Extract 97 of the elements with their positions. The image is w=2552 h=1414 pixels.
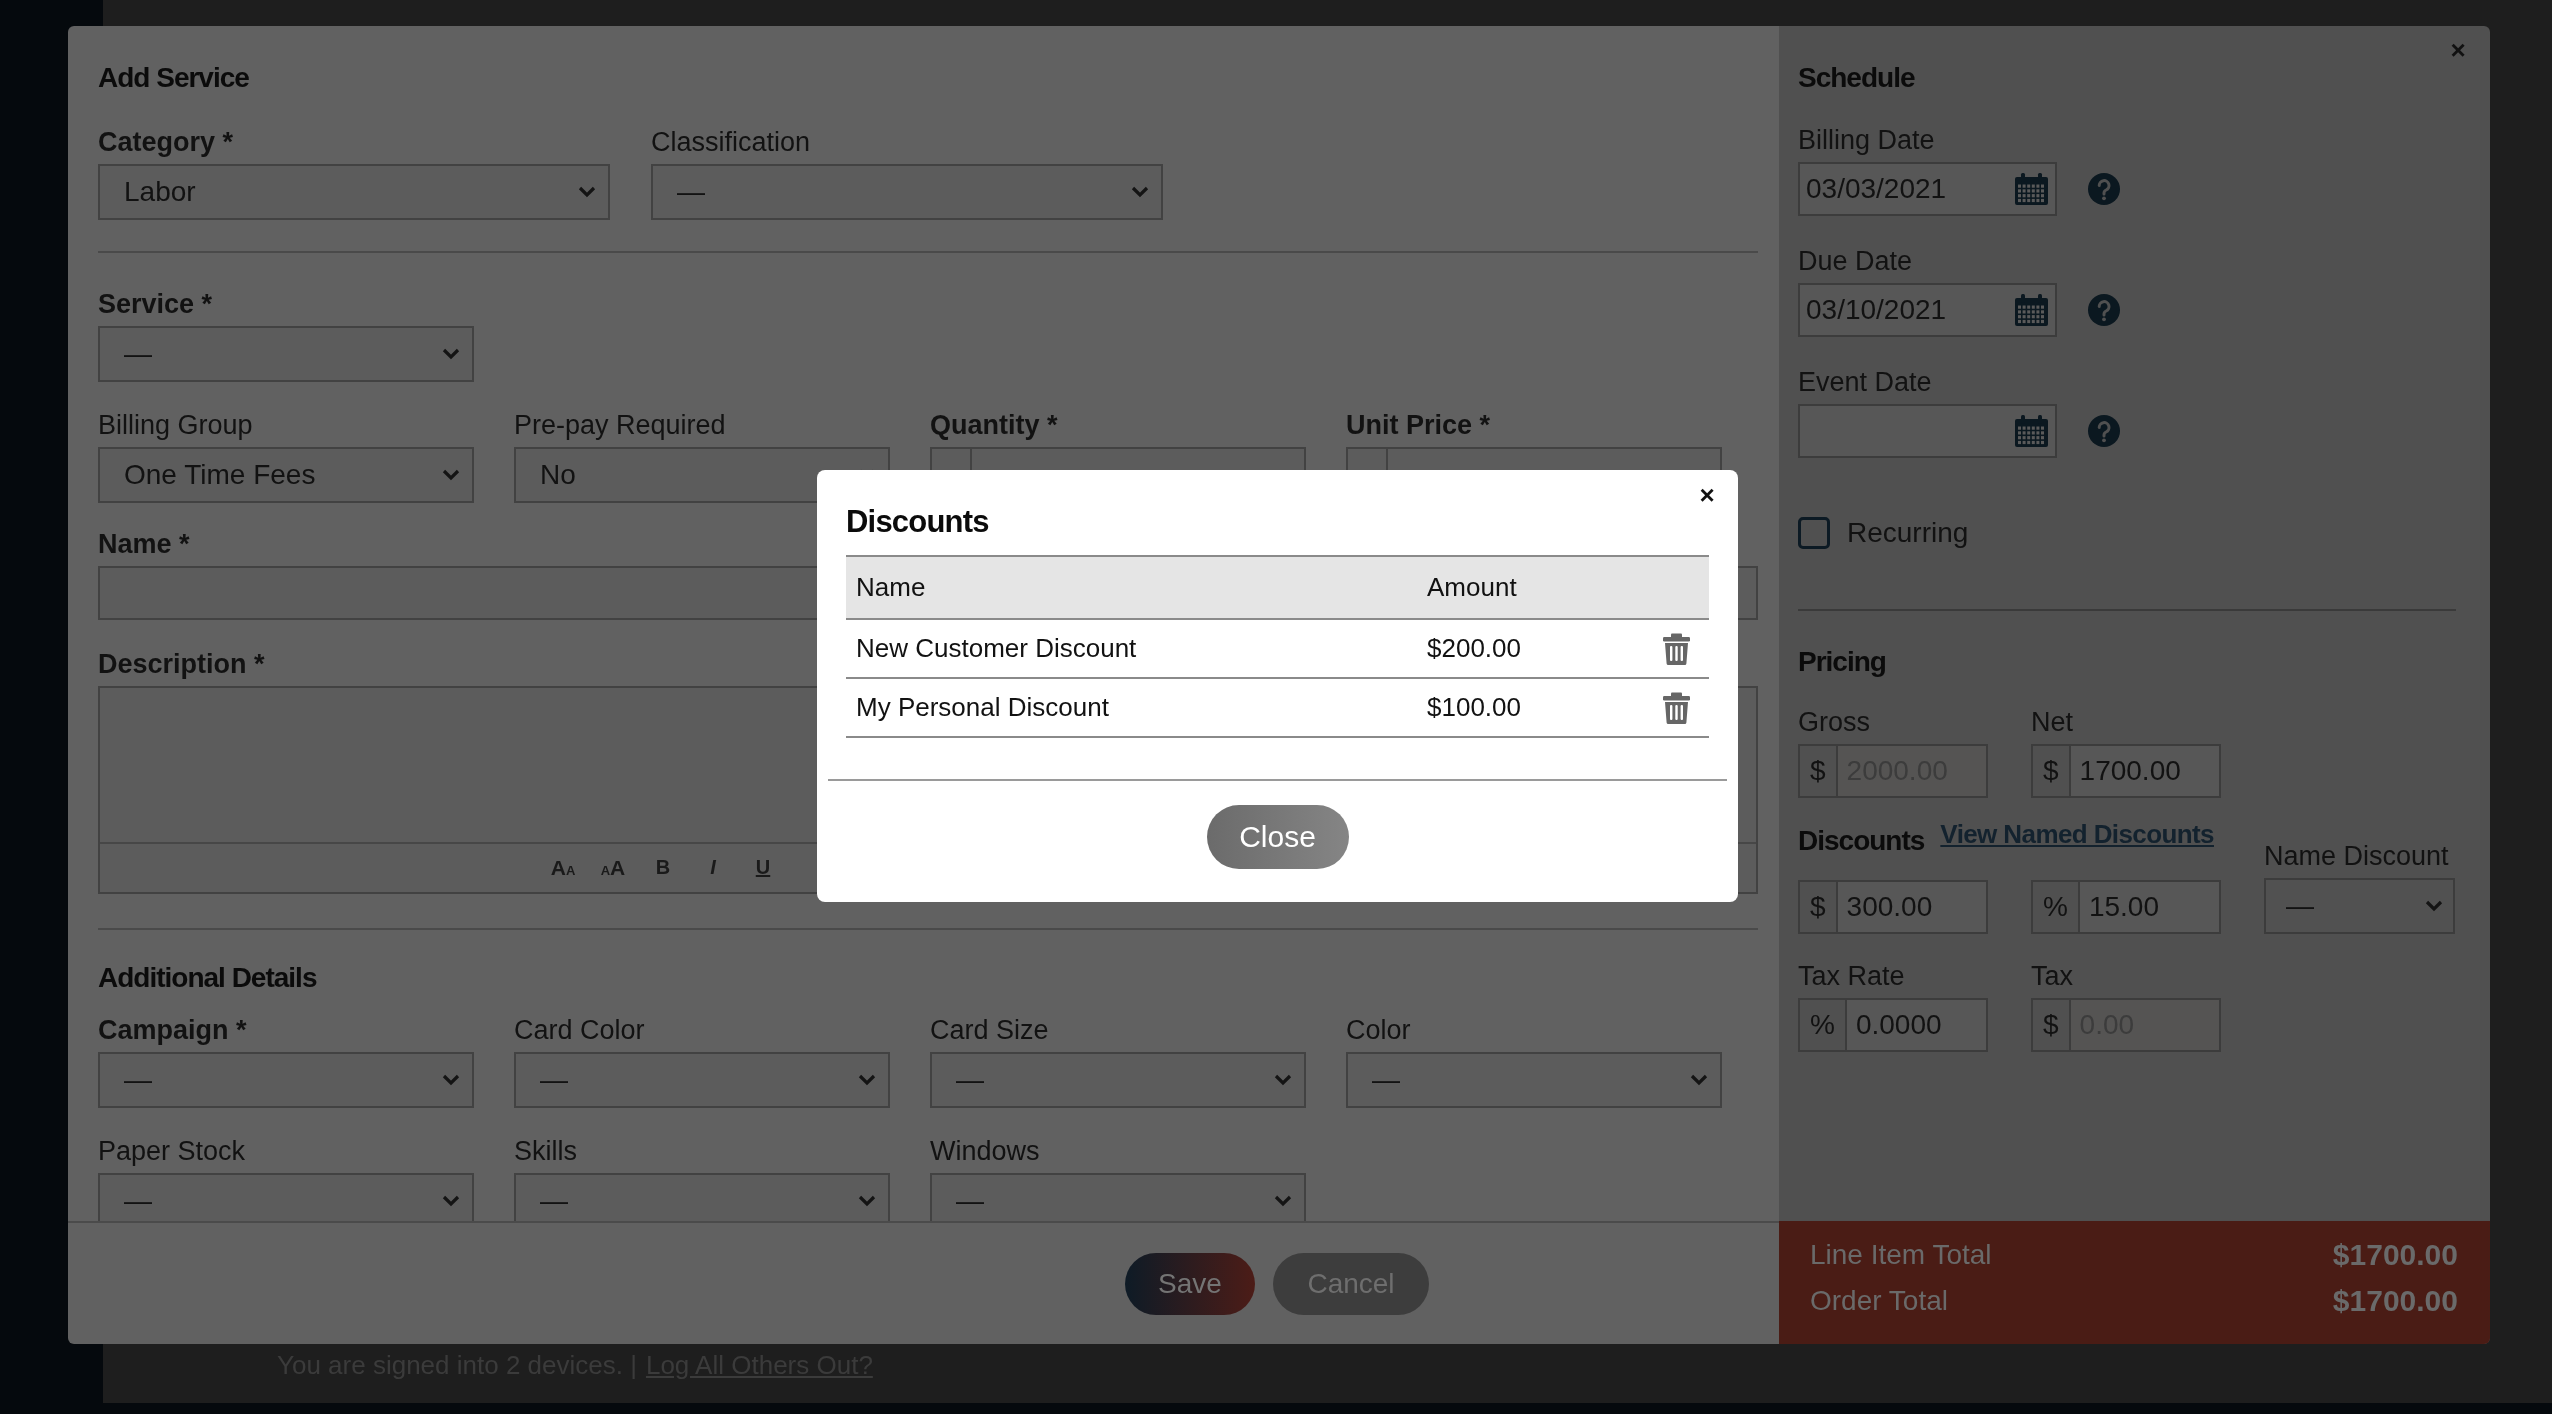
chevron-down-icon (1274, 1195, 1292, 1207)
total-label: Order Total (1810, 1283, 1948, 1318)
bold-button[interactable]: B (641, 850, 685, 886)
calendar-icon[interactable] (2015, 173, 2048, 205)
section-heading: Additional Details (98, 961, 317, 995)
field-label: Due Date (1798, 245, 1913, 278)
field-label: Campaign * (98, 1014, 247, 1047)
chevron-down-icon (858, 1074, 876, 1086)
close-button[interactable]: Close (1206, 805, 1349, 869)
dropdown[interactable]: One Time Fees (98, 447, 474, 503)
dropdown[interactable]: — (2264, 878, 2455, 934)
table-cell: New Customer Discount (846, 619, 1417, 678)
amount-input[interactable]: 1700.00 (2068, 744, 2221, 798)
chevron-down-icon (1690, 1074, 1708, 1086)
help-icon[interactable] (2088, 415, 2120, 447)
close-button[interactable]: × (1696, 482, 1718, 508)
field-label: Card Size (930, 1014, 1049, 1047)
dropdown[interactable]: Labor (98, 164, 610, 220)
chevron-down-icon (578, 186, 596, 198)
section-heading: Discounts (1798, 824, 1925, 858)
field-label: Color (1346, 1014, 1411, 1047)
field-label: Category * (98, 126, 234, 159)
table-cell: $100.00 (1417, 678, 1643, 737)
section-heading: Schedule (1798, 61, 1915, 95)
chevron-down-icon (442, 348, 460, 360)
chevron-down-icon (1131, 186, 1149, 198)
chevron-down-icon (442, 469, 460, 481)
field-label: Billing Group (98, 409, 253, 442)
date-input[interactable] (1798, 404, 2057, 458)
field-label: Service * (98, 288, 213, 321)
chevron-down-icon (442, 1074, 460, 1086)
discount-input[interactable]: 15.00 (2077, 880, 2221, 934)
field-label: Gross (1798, 706, 1870, 739)
trash-icon[interactable] (1662, 692, 1690, 725)
field-label: Card Color (514, 1014, 645, 1047)
decrease-font-size-button[interactable]: AA (541, 850, 585, 886)
field-label: Skills (514, 1135, 577, 1168)
chevron-down-icon (1274, 1074, 1292, 1086)
dropdown[interactable]: — (930, 1052, 1306, 1108)
field-label: Unit Price * (1346, 409, 1491, 442)
field-label: Windows (930, 1135, 1040, 1168)
dropdown[interactable]: — (651, 164, 1163, 220)
dropdown[interactable]: — (1346, 1052, 1722, 1108)
chevron-down-icon (2425, 900, 2443, 912)
field-label: Name Discount (2264, 840, 2449, 873)
dropdown[interactable]: — (98, 1052, 474, 1108)
save-button[interactable]: Save (1125, 1252, 1255, 1315)
dropdown[interactable]: — (514, 1052, 890, 1108)
trash-icon[interactable] (1662, 633, 1690, 666)
increase-font-size-button[interactable]: AA (591, 850, 635, 886)
dropdown[interactable]: — (98, 326, 474, 382)
input-addon: % (1798, 998, 1845, 1052)
help-icon[interactable] (2088, 294, 2120, 326)
view-named-discounts-link[interactable]: View Named Discounts (1940, 819, 2214, 850)
section-heading: Pricing (1798, 645, 1886, 679)
total-label: Line Item Total (1810, 1237, 1992, 1272)
calendar-icon[interactable] (2015, 294, 2048, 326)
input-addon: % (2031, 880, 2078, 934)
field-label: Tax (2031, 960, 2074, 993)
tax-input[interactable]: 0.0000 (1844, 998, 1988, 1052)
field-label: Pre-pay Required (514, 409, 726, 442)
chevron-down-icon (858, 1195, 876, 1207)
date-input[interactable]: 03/03/2021 (1798, 162, 2057, 216)
table-cell: My Personal Discount (846, 678, 1417, 737)
dropdown[interactable]: — (930, 1173, 1306, 1221)
recurring-checkbox[interactable] (1798, 517, 1830, 549)
dialog-title: Discounts (846, 503, 989, 541)
italic-button[interactable]: I (691, 850, 735, 886)
dialog-title: Add Service (98, 61, 249, 95)
dropdown[interactable]: — (514, 1173, 890, 1221)
underline-button[interactable]: U (741, 850, 785, 886)
chevron-down-icon (442, 1195, 460, 1207)
field-label: Name * (98, 528, 190, 561)
field-label: Quantity * (930, 409, 1058, 442)
field-label: Classification (651, 126, 811, 159)
total-amount: $1700.00 (2332, 1236, 2458, 1273)
field-label: Description * (98, 648, 265, 681)
field-label: Paper Stock (98, 1135, 246, 1168)
close-button[interactable]: × (2447, 37, 2469, 63)
column-header: Amount (1417, 556, 1643, 619)
field-label: Net (2031, 706, 2074, 739)
input-addon: $ (1798, 880, 1836, 934)
input-addon: $ (2031, 998, 2069, 1052)
calendar-icon[interactable] (2015, 415, 2048, 447)
date-input[interactable]: 03/10/2021 (1798, 283, 2057, 337)
total-amount: $1700.00 (2332, 1282, 2458, 1319)
table-cell: $200.00 (1417, 619, 1643, 678)
field-label: Billing Date (1798, 124, 1935, 157)
input-addon: $ (2031, 744, 2069, 798)
discount-input[interactable]: 300.00 (1835, 880, 1988, 934)
field-label: Event Date (1798, 366, 1932, 399)
checkbox-label: Recurring (1847, 516, 1969, 550)
dropdown[interactable]: — (98, 1173, 474, 1221)
input-addon: $ (1798, 744, 1836, 798)
column-header: Name (846, 556, 1417, 619)
field-label: Tax Rate (1798, 960, 1905, 993)
help-icon[interactable] (2088, 173, 2120, 205)
